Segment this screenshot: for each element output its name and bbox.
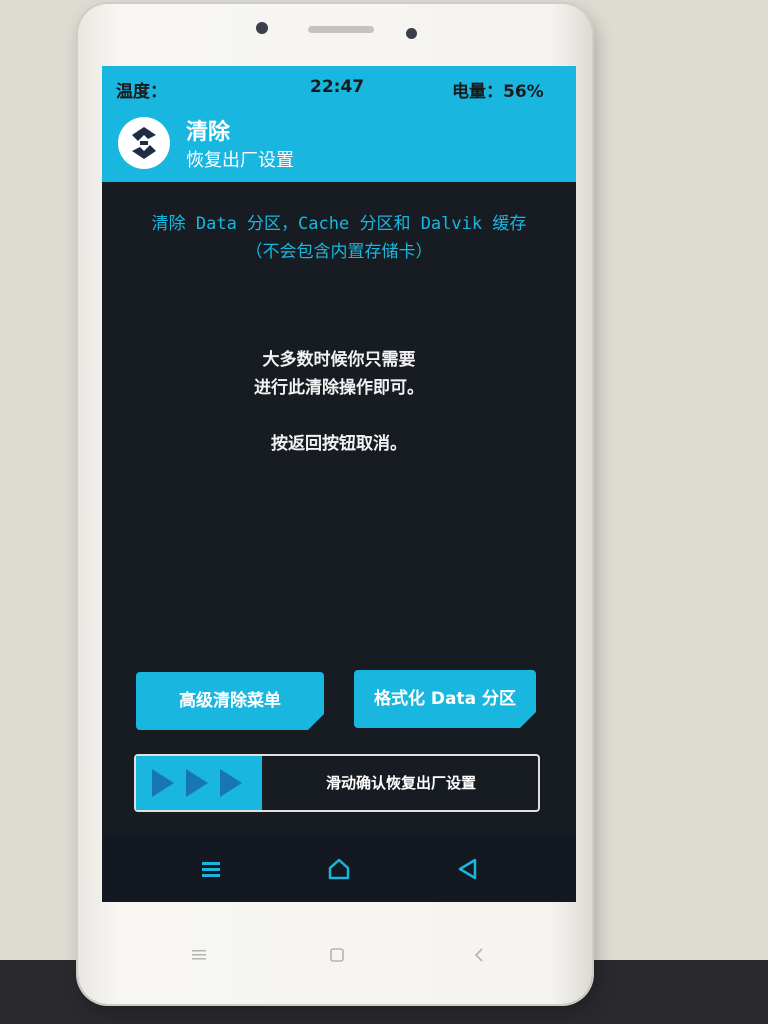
clock: 22:47	[310, 77, 365, 97]
title-bar: 清除 恢复出厂设置	[102, 106, 576, 182]
temperature-label: 温度：	[116, 82, 167, 102]
earpiece-speaker	[308, 26, 374, 33]
wipe-description-line2: （不会包含内置存储卡）	[245, 242, 433, 262]
home-icon[interactable]	[322, 852, 356, 886]
hardware-menu-icon[interactable]	[184, 940, 214, 970]
status-bar: 温度： 22:47 电量：56%	[102, 66, 576, 106]
battery-level: 电量：56%	[452, 82, 544, 102]
advanced-wipe-button[interactable]: 高级清除菜单	[136, 672, 324, 730]
page-subtitle: 恢复出厂设置	[186, 150, 294, 171]
hint-line2: 进行此清除操作即可。	[254, 378, 424, 398]
hint-line3: 按返回按钮取消。	[271, 434, 407, 454]
hardware-home-icon[interactable]	[322, 940, 352, 970]
proximity-sensor	[256, 22, 268, 34]
page-title: 清除	[186, 120, 231, 145]
wipe-description: 清除 Data 分区，Cache 分区和 Dalvik 缓存 （不会包含内置存储…	[102, 210, 576, 266]
format-data-button[interactable]: 格式化 Data 分区	[354, 670, 536, 728]
factory-reset-slider[interactable]: 滑动确认恢复出厂设置	[134, 754, 540, 812]
menu-icon[interactable]	[194, 852, 228, 886]
hardware-back-icon[interactable]	[464, 940, 494, 970]
wipe-hint: 大多数时候你只需要 进行此清除操作即可。 按返回按钮取消。	[102, 346, 576, 458]
front-camera	[406, 28, 417, 39]
slider-label: 滑动确认恢复出厂设置	[325, 774, 476, 792]
wipe-description-line1: 清除 Data 分区，Cache 分区和 Dalvik 缓存	[151, 214, 527, 234]
hint-line1: 大多数时候你只需要	[262, 350, 416, 370]
phone-device: 温度： 22:47 电量：56% 清除 恢复出厂设置 清除 Data 分区，Ca…	[78, 4, 592, 1004]
arrow-right-icon	[220, 769, 242, 797]
arrow-right-icon	[152, 769, 174, 797]
device-screen: 温度： 22:47 电量：56% 清除 恢复出厂设置 清除 Data 分区，Ca…	[102, 66, 576, 902]
nav-bar	[102, 836, 576, 902]
back-icon[interactable]	[450, 852, 484, 886]
twrp-logo-icon	[118, 117, 170, 169]
slider-handle[interactable]	[136, 756, 262, 810]
arrow-right-icon	[186, 769, 208, 797]
